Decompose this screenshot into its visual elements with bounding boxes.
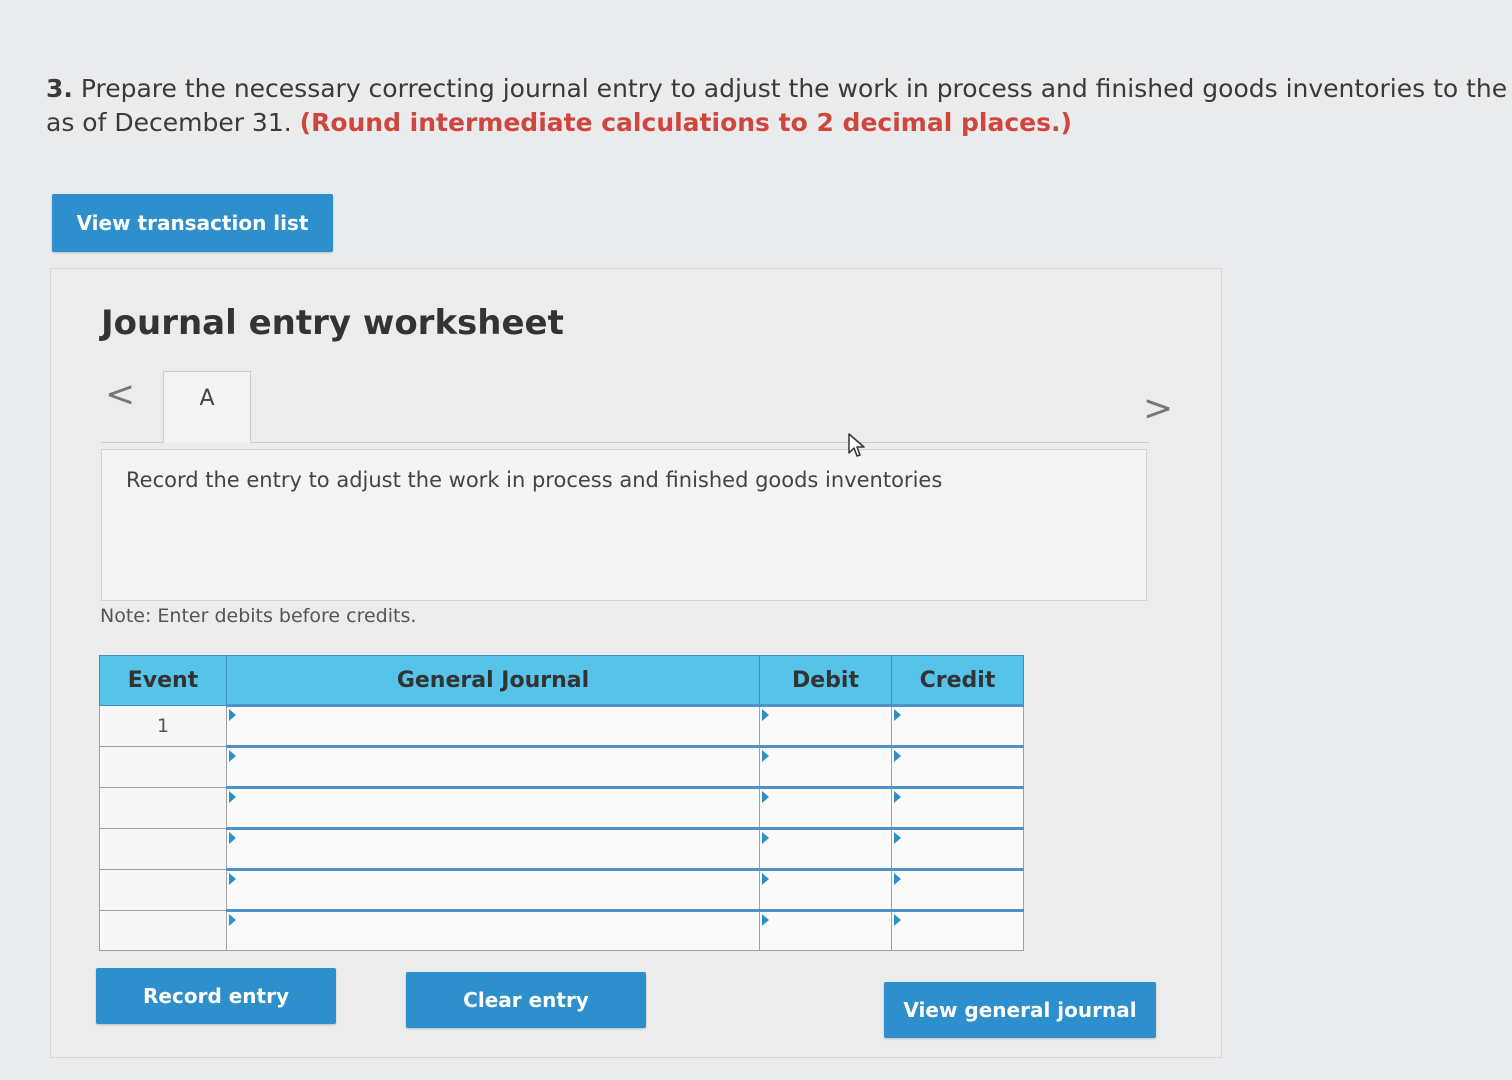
question-line-2: as of December 31. (Round intermediate c… (46, 106, 1512, 140)
debit-input[interactable] (759, 827, 892, 870)
event-cell (99, 746, 227, 788)
journal-header-row: Event General Journal Debit Credit (99, 655, 1024, 706)
entry-instruction-text: Record the entry to adjust the work in p… (126, 468, 943, 492)
tab-label: A (199, 386, 215, 411)
question-prompt-cont: as of December 31. (46, 108, 300, 137)
table-row (99, 786, 1024, 829)
tab-divider (101, 442, 1149, 443)
view-transaction-list-button[interactable]: View transaction list (52, 194, 333, 252)
rounding-instruction: (Round intermediate calculations to 2 de… (299, 108, 1072, 137)
general-journal-dropdown[interactable] (226, 704, 760, 747)
credit-column-header: Credit (891, 655, 1024, 706)
general-journal-dropdown[interactable] (226, 827, 760, 870)
question-prompt: Prepare the necessary correcting journal… (72, 74, 1512, 103)
general-journal-column-header: General Journal (226, 655, 760, 706)
debit-input[interactable] (759, 745, 892, 788)
credit-input[interactable] (891, 827, 1024, 870)
debit-input[interactable] (759, 786, 892, 829)
view-general-journal-button[interactable]: View general journal (884, 982, 1156, 1038)
previous-chevron-icon[interactable]: < (105, 377, 135, 413)
question-line-1: 3. Prepare the necessary correcting jour… (46, 72, 1512, 106)
general-journal-dropdown[interactable] (226, 909, 760, 951)
table-row (99, 745, 1024, 788)
general-journal-dropdown[interactable] (226, 786, 760, 829)
table-row: 1 (99, 704, 1024, 747)
next-chevron-icon[interactable]: > (1143, 391, 1173, 427)
mouse-pointer-icon (848, 433, 865, 457)
journal-entry-worksheet-panel: Journal entry worksheet < > A Record the… (50, 268, 1222, 1058)
journal-table: Event General Journal Debit Credit 1 (99, 655, 1024, 951)
table-row (99, 909, 1024, 951)
event-column-header: Event (99, 655, 227, 706)
worksheet-title: Journal entry worksheet (101, 303, 564, 343)
event-cell (99, 828, 227, 870)
credit-input[interactable] (891, 909, 1024, 951)
question-number: 3. (46, 74, 73, 103)
event-cell (99, 910, 227, 951)
debit-input[interactable] (759, 909, 892, 951)
debit-input[interactable] (759, 704, 892, 747)
credit-input[interactable] (891, 868, 1024, 911)
clear-entry-button[interactable]: Clear entry (406, 972, 646, 1028)
event-cell (99, 787, 227, 829)
event-cell (99, 869, 227, 911)
debits-note: Note: Enter debits before credits. (100, 605, 417, 627)
credit-input[interactable] (891, 704, 1024, 747)
record-entry-button[interactable]: Record entry (96, 968, 336, 1024)
general-journal-dropdown[interactable] (226, 868, 760, 911)
debit-input[interactable] (759, 868, 892, 911)
credit-input[interactable] (891, 745, 1024, 788)
tab-a[interactable]: A (163, 371, 251, 443)
question-text: 3. Prepare the necessary correcting jour… (46, 72, 1512, 140)
credit-input[interactable] (891, 786, 1024, 829)
debit-column-header: Debit (759, 655, 892, 706)
event-cell: 1 (99, 705, 227, 747)
table-row (99, 868, 1024, 911)
general-journal-dropdown[interactable] (226, 745, 760, 788)
entry-instruction-box: Record the entry to adjust the work in p… (101, 449, 1147, 601)
table-row (99, 827, 1024, 870)
